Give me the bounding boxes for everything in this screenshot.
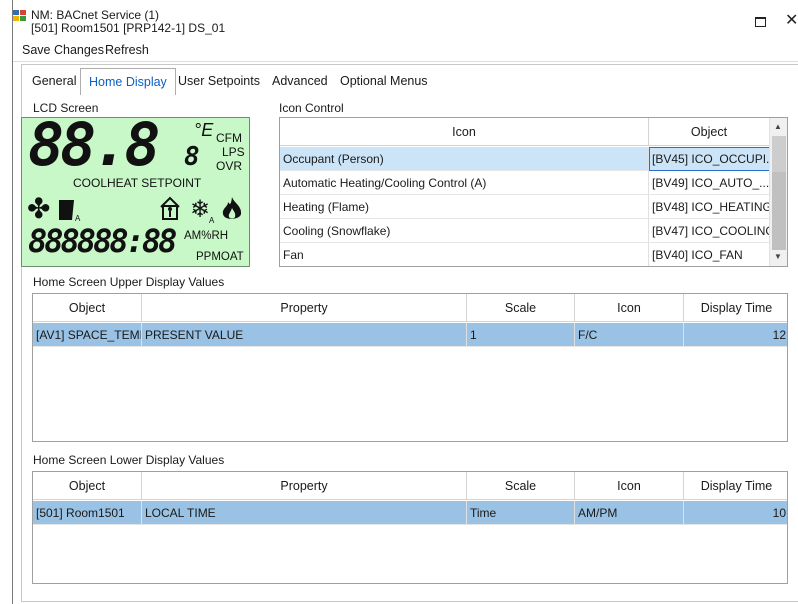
column-header-icon[interactable]: Icon — [575, 294, 684, 322]
cell-display-time[interactable]: 12 — [684, 323, 787, 347]
cell-icon[interactable]: Automatic Heating/Cooling Control (A) — [280, 171, 649, 195]
icon-control-scrollbar[interactable]: ▲ ▼ — [769, 118, 787, 266]
menu-save-changes[interactable]: Save Changes — [22, 43, 104, 57]
lcd-group-label: LCD Screen — [33, 101, 99, 115]
lcd-am-rh: AM%RH — [184, 230, 229, 242]
cell-object[interactable]: [BV48] ICO_HEATING — [649, 195, 770, 219]
column-header-icon[interactable]: Icon — [280, 118, 649, 146]
lcd-screen: 88.8 8 °E CFM LPS OVR COOLHEAT SETPOINT … — [21, 117, 250, 267]
tab-user-setpoints[interactable]: User Setpoints — [170, 70, 268, 94]
cell-object[interactable]: [BV45] ICO_OCCUPI... — [649, 147, 770, 171]
window-subtitle: [501] Room1501 [PRP142-1] DS_01 — [31, 21, 226, 35]
lcd-cfm: CFM — [216, 131, 242, 145]
tab-optional-menus[interactable]: Optional Menus — [332, 70, 436, 94]
column-header-object[interactable]: Object — [33, 472, 142, 500]
column-header-icon[interactable]: Icon — [575, 472, 684, 500]
cell-property[interactable]: LOCAL TIME — [142, 501, 467, 525]
snowflake-icon: ❄ — [190, 196, 211, 223]
column-header-property[interactable]: Property — [142, 294, 467, 322]
cell-display-time[interactable]: 10 — [684, 501, 787, 525]
column-header-display-time[interactable]: Display Time — [684, 472, 787, 500]
column-header-property[interactable]: Property — [142, 472, 467, 500]
lcd-lps: LPS — [222, 145, 245, 159]
fan-icon: ✤ — [27, 193, 51, 224]
cell-icon[interactable]: Fan — [280, 243, 649, 266]
cell-object[interactable]: [BV49] ICO_AUTO_... — [649, 171, 770, 195]
tab-advanced[interactable]: Advanced — [264, 70, 336, 94]
column-header-object[interactable]: Object — [33, 294, 142, 322]
lcd-bottom-digits: 888888:88 — [28, 222, 177, 260]
lcd-small-digit: 8 — [184, 142, 200, 172]
upper-group-label: Home Screen Upper Display Values — [33, 275, 225, 289]
cell-icon[interactable]: F/C — [575, 323, 684, 347]
scrollbar-thumb[interactable] — [772, 136, 786, 172]
icon-control-group-label: Icon Control — [279, 101, 344, 115]
scroll-down-arrow-icon[interactable]: ▼ — [774, 252, 782, 261]
flame-icon — [222, 197, 242, 219]
upper-display-grid: Object Property Scale Icon Display Time … — [32, 293, 788, 442]
column-header-scale[interactable]: Scale — [467, 472, 575, 500]
menu-refresh[interactable]: Refresh — [105, 43, 149, 57]
cell-icon[interactable]: Heating (Flame) — [280, 195, 649, 219]
lcd-ovr: OVR — [216, 159, 243, 173]
column-header-object[interactable]: Object — [649, 118, 770, 146]
scroll-up-arrow-icon[interactable]: ▲ — [774, 122, 782, 131]
cell-scale[interactable]: Time — [467, 501, 575, 525]
tab-general[interactable]: General — [24, 70, 84, 94]
column-header-scale[interactable]: Scale — [467, 294, 575, 322]
tab-home-display[interactable]: Home Display — [80, 68, 176, 95]
occupant-icon — [160, 196, 180, 220]
lower-display-grid: Object Property Scale Icon Display Time … — [32, 471, 788, 584]
cell-object[interactable]: [BV47] ICO_COOLING — [649, 219, 770, 243]
column-header-display-time[interactable]: Display Time — [684, 294, 787, 322]
menu-bar: Save Changes Refresh — [13, 40, 798, 62]
cell-icon[interactable]: Occupant (Person) — [280, 147, 649, 171]
lcd-mode-text: COOLHEAT SETPOINT — [73, 176, 202, 190]
lcd-big-digits: 88.8 — [28, 117, 160, 180]
app-icon — [13, 10, 26, 21]
lcd-degree-unit: °E — [194, 120, 214, 140]
cell-object[interactable]: [BV40] ICO_FAN — [649, 243, 770, 266]
cell-object[interactable]: [501] Room1501 — [33, 501, 142, 525]
cool-auto-sub: A — [209, 216, 215, 225]
window-title: NM: BACnet Service (1) — [31, 8, 160, 22]
maximize-button[interactable] — [755, 17, 766, 27]
lower-group-label: Home Screen Lower Display Values — [33, 453, 225, 467]
cell-property[interactable]: PRESENT VALUE — [142, 323, 467, 347]
fan-speed-icon — [59, 200, 74, 220]
scrollbar-track[interactable] — [772, 172, 786, 250]
title-bar[interactable]: NM: BACnet Service (1) [501] Room1501 [P… — [13, 0, 798, 38]
cell-icon[interactable]: AM/PM — [575, 501, 684, 525]
icon-control-grid: Icon Object Occupant (Person) [BV45] ICO… — [279, 117, 788, 267]
lcd-pm-oat: PPMOAT — [196, 251, 244, 263]
cell-scale[interactable]: 1 — [467, 323, 575, 347]
cell-icon[interactable]: Cooling (Snowflake) — [280, 219, 649, 243]
close-button[interactable]: ✕ — [785, 13, 798, 29]
cell-object[interactable]: [AV1] SPACE_TEMP — [33, 323, 142, 347]
